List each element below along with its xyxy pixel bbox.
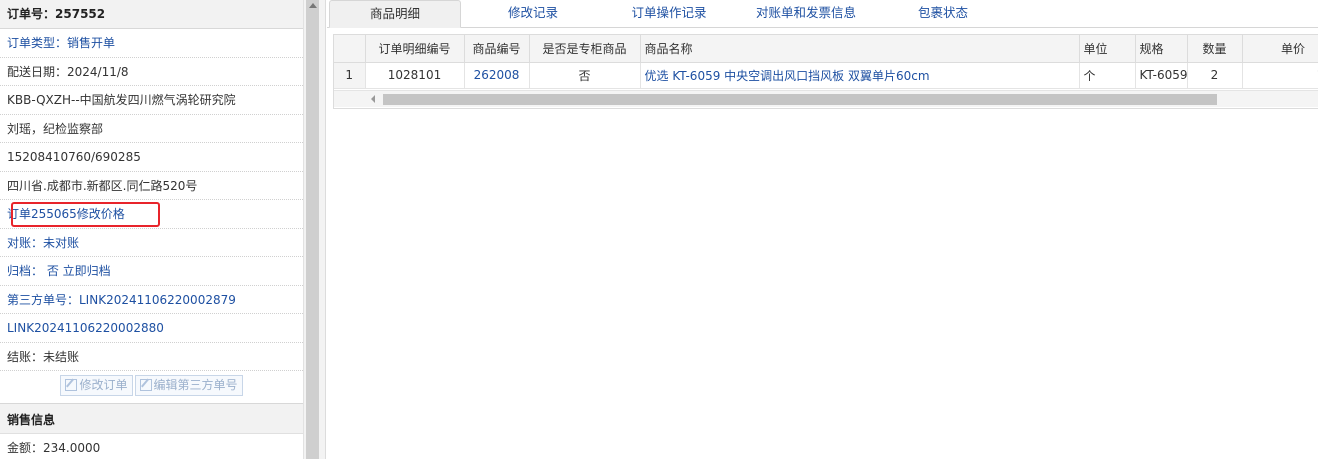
order-number-value: 257552 xyxy=(55,7,106,21)
tab-package-status[interactable]: 包裹状态 xyxy=(897,0,989,28)
col-header-unit[interactable]: 单位 xyxy=(1079,35,1136,63)
third-party-number-text: 第三方单号：LINK20241106220002879 xyxy=(7,292,236,307)
settlement-row: 结账：未结账 xyxy=(0,343,303,371)
col-header-quantity[interactable]: 数量 xyxy=(1187,35,1243,63)
customer-row: KBB-QXZH--中国航发四川燃气涡轮研究院 xyxy=(0,86,303,115)
delivery-date-row: 配送日期：2024/11/8 xyxy=(0,58,303,86)
cell-counter-product: 否 xyxy=(529,62,641,89)
horizontal-scrollbar[interactable] xyxy=(334,90,1318,107)
delivery-date-text: 配送日期：2024/11/8 xyxy=(7,64,129,79)
table-header-row: 订单明细编号 商品编号 是否是专柜商品 商品名称 单位 规格 数量 单价 xyxy=(334,35,1318,63)
cell-spec: KT-6059 xyxy=(1135,62,1188,89)
tab-product-details[interactable]: 商品明细 xyxy=(329,0,461,28)
third-party-number-text-2: LINK20241106220002880 xyxy=(7,321,164,335)
cell-product-id-link[interactable]: 262008 xyxy=(464,62,530,89)
cell-quantity: 2 xyxy=(1187,62,1243,89)
order-number-label: 订单号： xyxy=(7,7,56,21)
cell-rownum: 1 xyxy=(334,62,366,89)
amount-row: 金额：234.0000 xyxy=(0,434,303,459)
edit-icon xyxy=(65,379,78,391)
order-type-text: 订单类型：销售开单 xyxy=(7,36,116,50)
vertical-scrollbar[interactable] xyxy=(306,0,319,459)
product-table: 订单明细编号 商品编号 是否是专柜商品 商品名称 单位 规格 数量 单价 1 1… xyxy=(334,35,1318,89)
cell-detail-id: 1028101 xyxy=(365,62,465,89)
action-buttons-row: 修改订单 编辑第三方单号 xyxy=(0,371,303,401)
address-text: 四川省.成都市.新都区.同仁路520号 xyxy=(7,178,198,193)
contact-row: 刘瑶，纪检监察部 xyxy=(0,115,303,143)
order-type-row[interactable]: 订单类型：销售开单 xyxy=(0,29,303,58)
col-header-unit-price[interactable]: 单价 xyxy=(1242,35,1318,63)
col-header-product-id[interactable]: 商品编号 xyxy=(464,35,530,63)
reconciliation-text: 对账：未对账 xyxy=(7,235,80,250)
contact-text: 刘瑶，纪检监察部 xyxy=(7,121,104,136)
panel-splitter[interactable] xyxy=(303,0,326,459)
product-grid: 订单明细编号 商品编号 是否是专柜商品 商品名称 单位 规格 数量 单价 1 1… xyxy=(333,34,1318,109)
scroll-left-arrow-icon[interactable] xyxy=(371,95,375,103)
tab-order-operation-log[interactable]: 订单操作记录 xyxy=(603,0,735,28)
archive-row[interactable]: 归档： 否 立即归档 xyxy=(0,257,303,286)
cell-unit-price: 117 xyxy=(1242,62,1318,89)
settlement-text: 结账：未结账 xyxy=(7,349,80,364)
address-row: 四川省.成都市.新都区.同仁路520号 xyxy=(0,172,303,200)
phone-row: 15208410760/690285 xyxy=(0,143,303,172)
reconciliation-row[interactable]: 对账：未对账 xyxy=(0,229,303,257)
tab-modification-log[interactable]: 修改记录 xyxy=(477,0,589,28)
col-header-product-name[interactable]: 商品名称 xyxy=(640,35,1080,63)
col-header-counter-product[interactable]: 是否是专柜商品 xyxy=(529,35,641,63)
scroll-up-arrow-icon[interactable] xyxy=(309,3,317,8)
col-header-spec[interactable]: 规格 xyxy=(1135,35,1188,63)
phone-text: 15208410760/690285 xyxy=(7,150,141,164)
edit-icon xyxy=(139,379,152,391)
edit-order-button[interactable]: 修改订单 xyxy=(60,375,133,396)
customer-text: KBB-QXZH--中国航发四川燃气涡轮研究院 xyxy=(7,93,236,107)
order-info-panel: 订单号：257552 订单类型：销售开单 配送日期：2024/11/8 KBB-… xyxy=(0,0,303,459)
col-header-detail-id[interactable]: 订单明细编号 xyxy=(365,35,465,63)
amount-text: 金额：234.0000 xyxy=(7,441,101,455)
col-header-rownum xyxy=(334,35,366,63)
sales-info-section-title: 销售信息 xyxy=(0,403,303,434)
third-party-number-row-2[interactable]: LINK20241106220002880 xyxy=(0,314,303,343)
third-party-number-row[interactable]: 第三方单号：LINK20241106220002879 xyxy=(0,286,303,314)
highlight-annotation xyxy=(11,202,160,227)
tab-reconciliation-invoice[interactable]: 对账单和发票信息 xyxy=(745,0,867,28)
cell-unit: 个 xyxy=(1079,62,1136,89)
archive-link[interactable]: 归档： 否 立即归档 xyxy=(7,264,111,278)
detail-panel: 商品明细 修改记录 订单操作记录 对账单和发票信息 包裹状态 订单明细编号 商品… xyxy=(327,0,1318,459)
edit-third-party-button[interactable]: 编辑第三方单号 xyxy=(134,375,243,396)
scrollbar-thumb[interactable] xyxy=(383,94,1217,105)
order-number-header: 订单号：257552 xyxy=(0,0,303,29)
table-row[interactable]: 1 1028101 262008 否 优选 KT-6059 中央空调出风口挡风板… xyxy=(334,62,1318,89)
cell-product-name-link[interactable]: 优选 KT-6059 中央空调出风口挡风板 双翼单片60cm xyxy=(640,62,1080,89)
tab-bar: 商品明细 修改记录 订单操作记录 对账单和发票信息 包裹状态 xyxy=(327,0,1318,28)
